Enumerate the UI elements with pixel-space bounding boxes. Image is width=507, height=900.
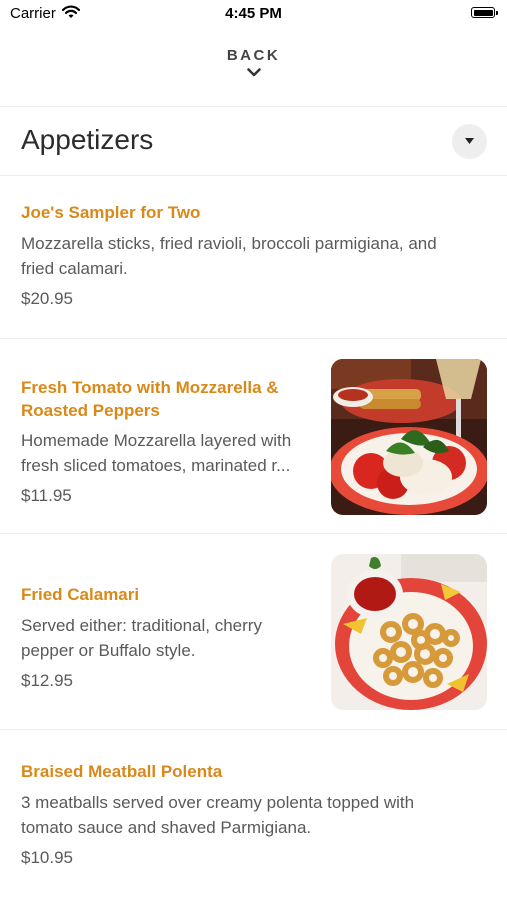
- fried-calamari-image: [331, 554, 487, 710]
- item-name: Fried Calamari: [21, 585, 140, 604]
- item-price: $20.95: [21, 289, 73, 308]
- caret-down-icon: [465, 138, 474, 144]
- item-name: Fresh Tomato with Mozzarella & Roasted P…: [21, 378, 279, 420]
- caprese-salad-image: [331, 359, 487, 515]
- item-name: Joe's Sampler for Two: [21, 203, 201, 222]
- section-dropdown-button[interactable]: [452, 124, 487, 159]
- item-description: Mozzarella sticks, fried ravioli, brocco…: [21, 234, 437, 278]
- back-label: BACK: [226, 47, 281, 64]
- item-description: 3 meatballs served over creamy polenta t…: [21, 793, 415, 837]
- battery-icon: [471, 7, 498, 18]
- menu-item[interactable]: Joe's Sampler for Two Mozzarella sticks,…: [0, 176, 507, 338]
- menu-item[interactable]: Fried Calamari Served either: traditiona…: [0, 534, 507, 729]
- item-description: Served either: traditional, cherry peppe…: [21, 616, 262, 660]
- status-bar: Carrier 4:45 PM: [0, 0, 507, 28]
- chevron-down-icon: [246, 68, 261, 77]
- item-name: Braised Meatball Polenta: [21, 762, 223, 781]
- menu-item[interactable]: Fresh Tomato with Mozzarella & Roasted P…: [0, 339, 507, 533]
- back-button[interactable]: BACK: [0, 47, 507, 77]
- section-title: Appetizers: [21, 124, 154, 155]
- item-price: $12.95: [21, 671, 73, 690]
- header-divider: [0, 106, 507, 107]
- menu-item[interactable]: Braised Meatball Polenta 3 meatballs ser…: [0, 730, 507, 900]
- clock: 4:45 PM: [225, 5, 282, 22]
- item-description: Homemade Mozzarella layered with fresh s…: [21, 431, 292, 475]
- item-price: $11.95: [21, 486, 72, 505]
- item-price: $10.95: [21, 848, 73, 867]
